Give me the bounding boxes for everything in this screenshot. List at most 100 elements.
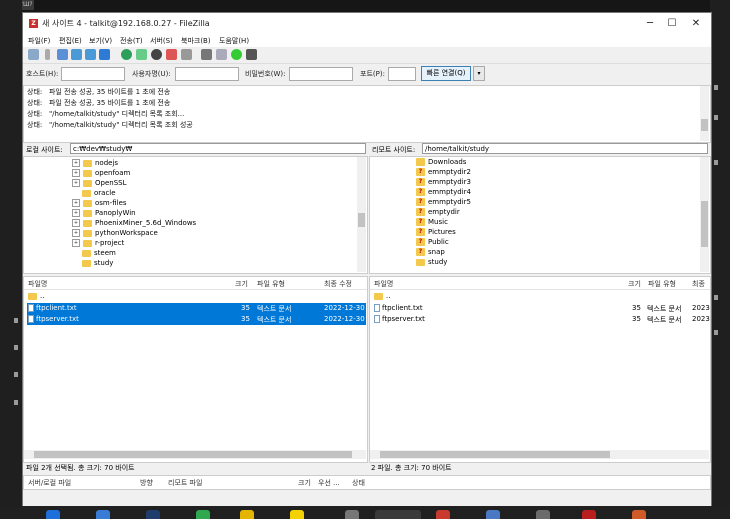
process-queue-icon[interactable] (136, 49, 147, 60)
tree-item[interactable]: + pythonWorkspace (72, 228, 158, 238)
taskbar-app-icon[interactable] (582, 510, 596, 519)
title-bar[interactable]: Z 새 사이트 4 - talkit@192.168.0.27 - FileZi… (23, 13, 711, 35)
tree-item[interactable]: + nodejs (72, 158, 118, 168)
remote-tree-scrollbar[interactable] (700, 157, 709, 272)
taskbar-app-icon[interactable] (46, 510, 60, 519)
local-list-hscrollbar[interactable] (24, 450, 366, 459)
tree-item[interactable]: + PanoplyWin (72, 208, 136, 218)
menu-view[interactable]: 보기(V) (89, 36, 112, 46)
filter-icon[interactable] (201, 49, 212, 60)
file-row[interactable]: .. (24, 291, 367, 302)
tree-item[interactable]: ? emmptydir2 (416, 167, 471, 177)
taskbar-app-icon[interactable] (375, 510, 421, 519)
local-tree-scroll-thumb[interactable] (358, 213, 365, 227)
maximize-button[interactable]: ☐ (663, 16, 681, 32)
binoculars-icon[interactable] (246, 49, 257, 60)
expand-icon[interactable]: + (72, 239, 80, 247)
queue-column-status[interactable]: 상태 (352, 478, 365, 488)
taskbar-app-icon[interactable] (196, 510, 210, 519)
minimize-button[interactable]: ─ (641, 16, 659, 32)
column-size[interactable]: 크기 (628, 279, 641, 289)
site-manager-icon[interactable] (28, 49, 39, 60)
tree-item[interactable]: study (82, 258, 113, 268)
tree-item[interactable]: oracle (82, 188, 116, 198)
menu-edit[interactable]: 편집(E) (59, 36, 82, 46)
sync-browsing-icon[interactable] (231, 49, 242, 60)
remote-path-input[interactable]: /home/talkit/study (422, 143, 708, 154)
local-directory-tree[interactable]: + nodejs + openfoam + OpenSSL oracle + osm-f… (23, 156, 368, 274)
column-filename[interactable]: 파일명 (374, 279, 393, 289)
taskbar-app-icon[interactable] (240, 510, 254, 519)
tree-item[interactable]: ? emptydir (416, 207, 460, 217)
expand-icon[interactable]: + (72, 219, 80, 227)
expand-icon[interactable]: + (72, 159, 80, 167)
tree-item[interactable]: steem (82, 248, 116, 258)
file-row[interactable]: ftpclient.txt 35 텍스트 문서 2023 (370, 303, 710, 314)
tree-item[interactable]: ? snap (416, 247, 445, 257)
column-modified[interactable]: 최종 (692, 279, 705, 289)
taskbar-app-icon[interactable] (96, 510, 110, 519)
site-manager-dropdown-icon[interactable] (45, 49, 50, 60)
quickconnect-dropdown[interactable]: ▾ (473, 66, 485, 81)
username-input[interactable] (175, 67, 239, 81)
disconnect-icon[interactable] (166, 49, 177, 60)
reconnect-icon[interactable] (181, 49, 192, 60)
tree-item[interactable]: ? Public (416, 237, 449, 247)
password-input[interactable] (289, 67, 353, 81)
tree-item[interactable]: study (416, 257, 447, 267)
remote-list-hscrollbar[interactable] (370, 450, 709, 459)
queue-column-size[interactable]: 크기 (298, 478, 311, 488)
tree-item[interactable]: ? Music (416, 217, 448, 227)
taskbar-app-icon[interactable] (486, 510, 500, 519)
toggle-log-icon[interactable] (57, 49, 68, 60)
close-button[interactable]: ✕ (687, 16, 705, 32)
expand-icon[interactable]: + (72, 199, 80, 207)
queue-column-direction[interactable]: 방향 (140, 478, 153, 488)
menu-bookmarks[interactable]: 북마크(B) (181, 36, 211, 46)
local-list-hscroll-thumb[interactable] (34, 451, 352, 458)
column-modified[interactable]: 최종 수정 (324, 279, 352, 289)
port-input[interactable] (388, 67, 416, 81)
taskbar-app-icon[interactable] (632, 510, 646, 519)
expand-icon[interactable]: + (72, 179, 80, 187)
refresh-icon[interactable] (121, 49, 132, 60)
file-row[interactable]: ftpserver.txt 35 텍스트 문서 2022-12-30 (27, 314, 366, 325)
remote-directory-tree[interactable]: Downloads ? emmptydir2 ? emmptydir3 ? emmpt… (369, 156, 711, 274)
queue-column-server[interactable]: 서버/로컬 파일 (28, 478, 71, 488)
file-row[interactable]: .. (370, 291, 710, 302)
toggle-queue-icon[interactable] (99, 49, 110, 60)
cancel-icon[interactable] (151, 49, 162, 60)
tree-item[interactable]: + r-project (72, 238, 124, 248)
file-row[interactable]: ftpserver.txt 35 텍스트 문서 2023 (370, 314, 710, 325)
taskbar-app-icon[interactable] (436, 510, 450, 519)
quickconnect-button[interactable]: 빠른 연결(Q) (421, 66, 471, 81)
tree-item[interactable]: + PhoenixMiner_5.6d_Windows (72, 218, 196, 228)
expand-icon[interactable]: + (72, 209, 80, 217)
toggle-remote-tree-icon[interactable] (85, 49, 96, 60)
taskbar-app-icon[interactable] (146, 510, 160, 519)
local-tree-scrollbar[interactable] (357, 157, 366, 272)
tree-item[interactable]: ? emmptydir5 (416, 197, 471, 207)
column-size[interactable]: 크기 (235, 279, 248, 289)
menu-help[interactable]: 도움말(H) (219, 36, 249, 46)
queue-column-remote[interactable]: 리모트 파일 (168, 478, 202, 488)
tree-item[interactable]: ? Pictures (416, 227, 456, 237)
expand-icon[interactable]: + (72, 229, 80, 237)
log-scroll-thumb[interactable] (701, 119, 708, 131)
tree-item[interactable]: ? emmptydir3 (416, 177, 471, 187)
taskbar-app-icon[interactable] (536, 510, 550, 519)
log-scrollbar[interactable] (700, 86, 709, 141)
search-icon[interactable] (216, 49, 227, 60)
remote-list-hscroll-thumb[interactable] (380, 451, 610, 458)
host-input[interactable] (61, 67, 125, 81)
tree-item[interactable]: + osm-files (72, 198, 127, 208)
expand-icon[interactable]: + (72, 169, 80, 177)
taskbar-app-icon[interactable] (345, 510, 359, 519)
tree-item[interactable]: + OpenSSL (72, 178, 126, 188)
tree-item[interactable]: Downloads (416, 157, 466, 167)
file-row[interactable]: ftpclient.txt 35 텍스트 문서 2022-12-30 (27, 303, 366, 314)
message-log[interactable]: 상태: 파일 전송 성공, 35 바이트를 1 초에 전송 상태: 파일 전송 … (23, 85, 711, 143)
local-path-input[interactable]: c:₩dev₩study₩ (70, 143, 366, 154)
remote-file-list[interactable]: 파일명 크기 파일 유형 최종 .. ftpclient.txt 35 텍스트 … (369, 276, 711, 463)
menu-file[interactable]: 파일(F) (28, 36, 50, 46)
